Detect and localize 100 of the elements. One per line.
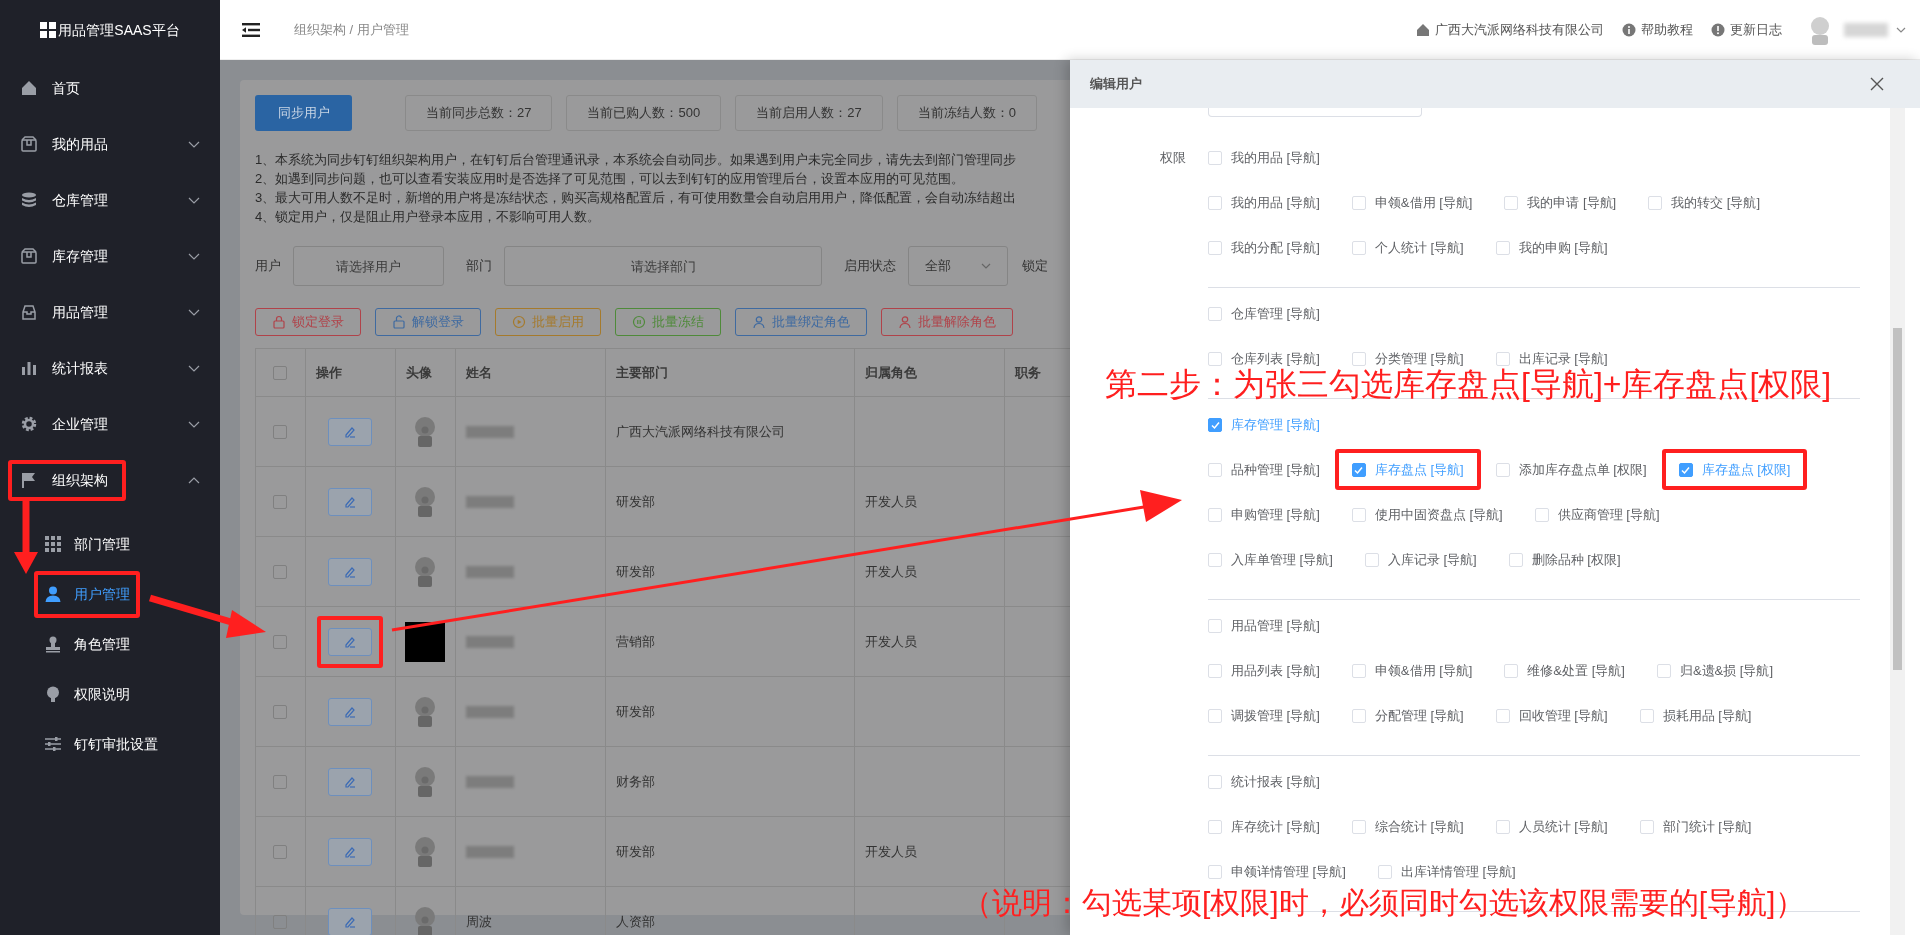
checkbox[interactable] xyxy=(273,365,288,380)
blurred-name xyxy=(465,495,514,508)
permission-checkbox[interactable]: 人员统计 [导航] xyxy=(1478,805,1625,848)
table-cell-text: 开发人员 xyxy=(865,842,918,861)
sidebar-item[interactable]: 企业管理 xyxy=(0,396,220,452)
close-icon[interactable] xyxy=(1870,77,1884,91)
header-link[interactable]: 帮助教程 xyxy=(1622,19,1693,40)
sidebar-subitem[interactable]: 权限说明 xyxy=(0,669,220,719)
permission-checkbox[interactable]: 我的用品 [导航] xyxy=(1191,181,1337,224)
permission-checkbox[interactable]: 分配管理 [导航] xyxy=(1334,694,1481,737)
scrollbar-thumb[interactable] xyxy=(1893,328,1902,670)
header-link[interactable]: 更新日志 xyxy=(1711,19,1782,40)
permission-checkbox[interactable]: 添加库存盘点单 [权限] xyxy=(1478,448,1664,491)
sidebar-subitem[interactable]: 部门管理 xyxy=(0,519,220,569)
blurred-name xyxy=(465,425,514,438)
permission-checkbox[interactable]: 个人统计 [导航] xyxy=(1334,226,1481,269)
user-icon xyxy=(752,315,766,329)
input-field[interactable] xyxy=(1208,108,1422,117)
permission-checkbox[interactable]: 入库单管理 [导航] xyxy=(1191,538,1350,581)
sidebar-item[interactable]: 组织架构 xyxy=(0,452,220,508)
checkbox[interactable] xyxy=(273,634,288,649)
permission-checkbox[interactable]: 调拨管理 [导航] xyxy=(1191,694,1337,737)
checkbox[interactable] xyxy=(1678,462,1693,477)
step-annotation: 第二步：为张三勾选库存盘点[导航]+库存盘点[权限] xyxy=(1105,366,1832,404)
checkbox[interactable] xyxy=(1351,462,1366,477)
blurred-name xyxy=(465,705,514,718)
settings-icon xyxy=(20,415,38,433)
menu-fold-icon[interactable] xyxy=(242,22,260,37)
permission-checkbox[interactable]: 我的用品 [导航] xyxy=(1191,136,1337,179)
sidebar-subitem[interactable]: 角色管理 xyxy=(0,619,220,669)
checkbox[interactable] xyxy=(273,494,288,509)
sidebar-subitem[interactable]: 钉钉审批设置 xyxy=(0,719,220,769)
permission-checkbox[interactable]: 用品管理 [导航] xyxy=(1191,604,1337,647)
sidebar-item[interactable]: 首页 xyxy=(0,60,220,116)
permission-checkbox[interactable]: 我的转交 [导航] xyxy=(1631,181,1778,224)
table-cell-text: 研发部 xyxy=(615,492,655,511)
scrollbar[interactable] xyxy=(1890,108,1905,935)
sidebar-item[interactable]: 用品管理 xyxy=(0,284,220,340)
permission-checkbox[interactable]: 申领&借用 [导航] xyxy=(1334,181,1490,224)
sidebar-item[interactable]: 仓库管理 xyxy=(0,172,220,228)
permission-checkbox[interactable]: 综合统计 [导航] xyxy=(1334,805,1481,848)
chevron-down-icon[interactable] xyxy=(1896,26,1906,33)
permission-checkbox[interactable]: 申领&借用 [导航] xyxy=(1334,649,1490,692)
checkbox[interactable] xyxy=(273,704,288,719)
permission-checkbox[interactable]: 申购管理 [导航] xyxy=(1191,493,1337,536)
permission-checkbox[interactable]: 我的申请 [导航] xyxy=(1487,181,1634,224)
edit-button[interactable] xyxy=(328,627,373,656)
column-header: 职务 xyxy=(1015,363,1042,382)
note-text: 2、如遇到同步问题，也可以查看安装应用时是否选择了可见范围，可以去到钉钉的应用管理后台，设置本应用的可见范围。 xyxy=(255,170,965,188)
edit-button[interactable] xyxy=(328,767,373,796)
table-cell-text: 开发人员 xyxy=(865,562,918,581)
permission-checkbox[interactable]: 统计报表 [导航] xyxy=(1191,760,1337,803)
stamp-icon xyxy=(44,635,62,653)
permission-checkbox[interactable]: 入库记录 [导航] xyxy=(1347,538,1494,581)
logo-icon xyxy=(40,22,57,38)
sidebar-item[interactable]: 统计报表 xyxy=(0,340,220,396)
permission-checkbox[interactable]: 使用中固资盘点 [导航] xyxy=(1334,493,1520,536)
checkbox[interactable] xyxy=(273,424,288,439)
permission-checkbox[interactable]: 归&遗&损 [导航] xyxy=(1639,649,1791,692)
permission-checkbox[interactable]: 库存统计 [导航] xyxy=(1191,805,1337,848)
edit-button[interactable] xyxy=(328,487,373,516)
permission-checkbox[interactable]: 我的分配 [导航] xyxy=(1191,226,1337,269)
stat-box: 当前同步总数：27 xyxy=(405,95,553,131)
app-logo-text: 用品管理SAAS平台 xyxy=(58,20,180,40)
checkbox[interactable] xyxy=(273,564,288,579)
permission-checkbox[interactable]: 品种管理 [导航] xyxy=(1191,448,1337,491)
checkbox[interactable] xyxy=(273,914,288,929)
sidebar-item[interactable]: 库存管理 xyxy=(0,228,220,284)
checkbox[interactable] xyxy=(273,844,288,859)
permission-checkbox[interactable]: 用品列表 [导航] xyxy=(1191,649,1337,692)
permission-checkbox[interactable]: 损耗用品 [导航] xyxy=(1622,694,1769,737)
blurred-name xyxy=(465,845,514,858)
permission-checkbox[interactable]: 供应商管理 [导航] xyxy=(1517,493,1677,536)
permission-checkbox[interactable]: 我的申购 [导航] xyxy=(1478,226,1625,269)
edit-button[interactable] xyxy=(328,417,373,446)
sidebar-item[interactable]: 我的用品 xyxy=(0,116,220,172)
permission-checkbox[interactable]: 回收管理 [导航] xyxy=(1478,694,1625,737)
edit-button[interactable] xyxy=(328,837,373,866)
select-field[interactable]: 请选择用户 xyxy=(293,246,444,286)
permission-checkbox[interactable]: 维修&处置 [导航] xyxy=(1487,649,1642,692)
permission-checkbox[interactable]: 仓库管理 [导航] xyxy=(1191,292,1337,335)
header-link[interactable]: 广西大汽派网络科技有限公司 xyxy=(1416,19,1604,40)
permission-checkbox[interactable]: 部门统计 [导航] xyxy=(1622,805,1769,848)
status-select[interactable]: 全部 xyxy=(908,246,1008,286)
edit-button[interactable] xyxy=(328,557,373,586)
sliders-icon xyxy=(44,735,62,753)
edit-button[interactable] xyxy=(328,907,373,935)
checkbox[interactable] xyxy=(273,774,288,789)
check-icon xyxy=(1209,419,1221,430)
user-icon xyxy=(898,315,912,329)
blurred-username xyxy=(1844,22,1888,37)
checkbox[interactable] xyxy=(1208,417,1222,432)
permission-checkbox[interactable]: 删除品种 [权限] xyxy=(1491,538,1638,581)
select-field[interactable]: 请选择部门 xyxy=(504,246,822,286)
package-icon xyxy=(20,135,38,153)
edit-button[interactable] xyxy=(328,697,373,726)
note-text: 4、锁定用户，仅是阻止用户登录本应用，不影响可用人数。 xyxy=(255,208,601,226)
table-cell-text: 营销部 xyxy=(615,632,655,651)
sync-users-button[interactable]: 同步用户 xyxy=(255,95,352,131)
sidebar-subitem[interactable]: 用户管理 xyxy=(0,569,220,619)
